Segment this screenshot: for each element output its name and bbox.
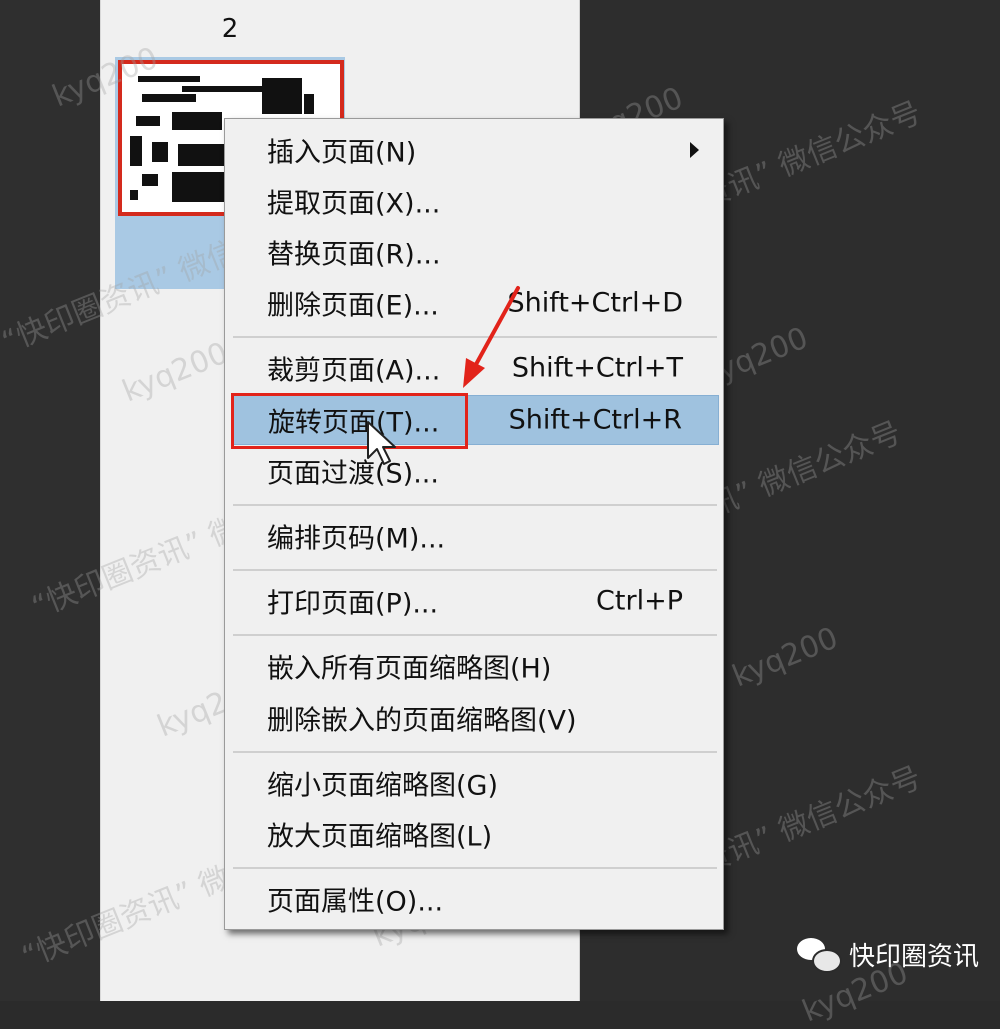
menu-item-print-pages[interactable]: 打印页面(P)... Ctrl+P	[231, 576, 719, 626]
menu-item-shortcut: Shift+Ctrl+R	[508, 404, 682, 436]
menu-separator	[233, 504, 717, 506]
menu-item-label: 删除嵌入的页面缩略图(V)	[267, 705, 577, 737]
menu-item-shortcut: Shift+Ctrl+D	[507, 287, 683, 319]
menu-item-crop-pages[interactable]: 裁剪页面(A)... Shift+Ctrl+T	[231, 343, 719, 393]
menu-item-extract-pages[interactable]: 提取页面(X)...	[231, 176, 719, 226]
menu-item-label: 页面属性(O)...	[267, 886, 444, 918]
menu-item-label: 嵌入所有页面缩略图(H)	[267, 653, 552, 685]
menu-item-embed-thumbnails[interactable]: 嵌入所有页面缩略图(H)	[231, 641, 719, 691]
menu-item-enlarge-thumbnails[interactable]: 放大页面缩略图(L)	[231, 809, 719, 859]
left-dark-strip	[0, 0, 100, 1001]
menu-item-number-pages[interactable]: 编排页码(M)...	[231, 511, 719, 561]
menu-item-label: 删除页面(E)...	[267, 290, 439, 322]
submenu-arrow-icon	[690, 142, 699, 158]
menu-item-insert-pages[interactable]: 插入页面(N)	[231, 125, 719, 175]
mouse-cursor-icon	[367, 421, 396, 465]
menu-item-label: 裁剪页面(A)...	[267, 355, 441, 387]
menu-separator	[233, 569, 717, 571]
menu-item-shortcut: Shift+Ctrl+T	[511, 352, 683, 384]
page-number-label: 2	[221, 14, 239, 44]
menu-item-label: 页面过渡(S)...	[267, 458, 439, 490]
page-context-menu: 插入页面(N) 提取页面(X)... 替换页面(R)... 删除页面(E)...…	[224, 118, 724, 930]
menu-item-label: 提取页面(X)...	[267, 188, 441, 220]
menu-item-page-properties[interactable]: 页面属性(O)...	[231, 874, 719, 924]
menu-item-label: 替换页面(R)...	[267, 239, 441, 271]
menu-separator	[233, 336, 717, 338]
menu-item-shortcut: Ctrl+P	[596, 585, 683, 617]
brand-name: 快印圈资讯	[849, 941, 980, 972]
brand-watermark: 快印圈资讯	[797, 934, 979, 974]
menu-item-reduce-thumbnails[interactable]: 缩小页面缩略图(G)	[231, 758, 719, 808]
menu-item-replace-pages[interactable]: 替换页面(R)...	[231, 227, 719, 277]
menu-item-label: 打印页面(P)...	[267, 588, 439, 620]
wechat-icon	[797, 934, 842, 974]
menu-item-delete-pages[interactable]: 删除页面(E)... Shift+Ctrl+D	[231, 278, 719, 328]
menu-separator	[233, 751, 717, 753]
menu-item-label: 缩小页面缩略图(G)	[267, 770, 498, 802]
menu-separator	[233, 867, 717, 869]
menu-item-label: 编排页码(M)...	[267, 523, 446, 555]
annotation-highlight-box	[231, 393, 468, 449]
menu-item-page-transitions[interactable]: 页面过渡(S)...	[231, 446, 719, 496]
menu-item-label: 放大页面缩略图(L)	[267, 821, 493, 853]
menu-item-remove-embedded-thumbnails[interactable]: 删除嵌入的页面缩略图(V)	[231, 693, 719, 743]
menu-item-label: 插入页面(N)	[267, 137, 417, 169]
menu-separator	[233, 634, 717, 636]
